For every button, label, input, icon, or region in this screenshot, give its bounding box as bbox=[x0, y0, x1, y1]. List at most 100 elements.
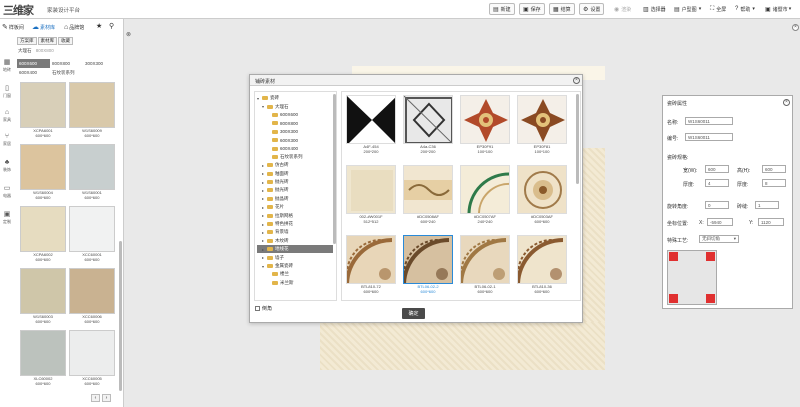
material-thumbnail[interactable] bbox=[460, 235, 510, 284]
tree-item[interactable]: 300X300 bbox=[257, 128, 333, 136]
tile-item[interactable]: XCPA6001 600*600 bbox=[20, 82, 66, 138]
selector-button[interactable]: ▥ 选择器 bbox=[643, 3, 666, 15]
material-thumbnail[interactable] bbox=[346, 165, 396, 214]
material-thumbnail[interactable] bbox=[517, 95, 567, 144]
tile-thumbnail[interactable] bbox=[20, 330, 66, 376]
material-item[interactable]: #DC0503AF 600*600 bbox=[515, 165, 569, 224]
render-button[interactable]: ◉ 渲染 bbox=[614, 3, 631, 15]
tree-item[interactable]: ▸ 背景墙 bbox=[257, 228, 333, 236]
size-option[interactable]: 600X600 bbox=[17, 59, 50, 68]
x-field[interactable]: -5940 bbox=[707, 218, 733, 226]
tile-item[interactable]: XCC60006 600*600 bbox=[69, 268, 115, 324]
name-field[interactable]: W1S60011 bbox=[685, 117, 733, 125]
nav-custom[interactable]: ▣ 定制 bbox=[0, 211, 14, 231]
tree-item[interactable]: 楼兰 bbox=[257, 270, 333, 278]
tile-thumbnail[interactable] bbox=[20, 206, 66, 252]
prev-page-button[interactable]: ‹ bbox=[91, 394, 100, 402]
tile-thumbnail[interactable] bbox=[20, 268, 66, 314]
quote-button[interactable]: ▦ 结算 bbox=[549, 3, 575, 15]
tile-item[interactable]: W1S60001 600*600 bbox=[69, 144, 115, 200]
width-field[interactable]: 600 bbox=[705, 165, 729, 173]
close-icon[interactable]: × bbox=[783, 99, 790, 106]
tree-item[interactable]: ▸ 拉斯网格 bbox=[257, 211, 333, 219]
tile-item[interactable]: XCC60001 600*600 bbox=[69, 206, 115, 262]
material-item[interactable]: 002-#W001F 512*512 bbox=[344, 165, 398, 224]
tile-item[interactable]: XCC60005 600*600 bbox=[69, 330, 115, 386]
tab-scheme-library[interactable]: 方案库 bbox=[17, 37, 37, 45]
size-option[interactable]: 300X300 bbox=[83, 59, 116, 68]
tile-thumbnail[interactable] bbox=[69, 206, 115, 252]
close-icon[interactable]: × bbox=[792, 24, 799, 31]
floorplan-dropdown[interactable]: ▤ 户型图 ▾ bbox=[674, 3, 701, 15]
corner-marker[interactable] bbox=[669, 252, 678, 261]
nav-doors[interactable]: ▯ 门窗 bbox=[0, 85, 14, 105]
tab-showroom[interactable]: ✎ 样板间 bbox=[2, 22, 24, 32]
nav-decor[interactable]: ♣ 装饰 bbox=[0, 159, 14, 179]
ok-button[interactable]: 确定 bbox=[402, 308, 425, 319]
new-button[interactable]: ▤ 新建 bbox=[489, 3, 515, 15]
tree-item[interactable]: ▾ 瓷砖 bbox=[257, 94, 333, 102]
tile-item[interactable]: W1S60003 600*600 bbox=[20, 268, 66, 324]
tile-thumbnail[interactable] bbox=[69, 144, 115, 190]
material-thumbnail[interactable] bbox=[403, 235, 453, 284]
tree-item[interactable]: ▸ 木纹砖 bbox=[257, 237, 333, 245]
tab-material-library[interactable]: ☁ 素材库 bbox=[32, 22, 55, 32]
tree-item[interactable]: ▸ 釉面砖 bbox=[257, 170, 333, 178]
tab-material[interactable]: 素材库 bbox=[37, 37, 57, 45]
material-thumbnail[interactable] bbox=[346, 95, 396, 144]
star-icon[interactable]: ★ bbox=[96, 22, 102, 30]
settings-button[interactable]: ⚙ 设置 bbox=[579, 3, 605, 15]
material-item[interactable]: #DC0508AF 600*240 bbox=[401, 165, 455, 224]
tree-item[interactable]: 800X800 bbox=[257, 119, 333, 127]
tree-item[interactable]: 米兰斯 bbox=[257, 279, 333, 287]
size-option[interactable]: 石纹装系列 bbox=[50, 68, 90, 77]
height-field[interactable]: 600 bbox=[762, 165, 786, 173]
tree-item[interactable]: ▾ 金属瓷砖 bbox=[257, 262, 333, 270]
user-menu[interactable]: ▣ 诸暨市 ▾ bbox=[765, 3, 791, 15]
tile-thumbnail[interactable] bbox=[20, 82, 66, 128]
grid-scrollbar[interactable] bbox=[576, 94, 579, 184]
corner-marker[interactable] bbox=[706, 252, 715, 261]
y-field[interactable]: 1120 bbox=[758, 218, 784, 226]
tile-thumbnail[interactable] bbox=[69, 330, 115, 376]
material-item[interactable]: BTL810-36 600*600 bbox=[515, 235, 569, 294]
tree-item[interactable]: ▸ 抛光砖 bbox=[257, 178, 333, 186]
tile-thumbnail[interactable] bbox=[20, 144, 66, 190]
material-thumbnail[interactable] bbox=[346, 235, 396, 284]
tree-item[interactable]: 600X300 bbox=[257, 136, 333, 144]
material-item[interactable]: EP30F91 100*100 bbox=[458, 95, 512, 154]
material-thumbnail[interactable] bbox=[460, 95, 510, 144]
tree-item[interactable]: ▸ 地线花 bbox=[257, 245, 333, 254]
tile-item[interactable]: XCPA6002 600*600 bbox=[20, 206, 66, 262]
material-item[interactable]: A4a-C36 200*200 bbox=[401, 95, 455, 154]
material-item[interactable]: EP30F81 100*100 bbox=[515, 95, 569, 154]
depth-field[interactable]: 8 bbox=[762, 179, 786, 187]
material-item[interactable]: #DC0507AF 240*240 bbox=[458, 165, 512, 224]
nav-home[interactable]: ⑂ 家居 bbox=[0, 133, 14, 153]
material-thumbnail[interactable] bbox=[460, 165, 510, 214]
tree-item[interactable]: ▸ 墙子 bbox=[257, 253, 333, 261]
checkbox[interactable] bbox=[255, 306, 260, 311]
tree-item[interactable]: ▸ 花片 bbox=[257, 203, 333, 211]
tree-item[interactable]: ▸ 抛晶砖 bbox=[257, 195, 333, 203]
tile-item[interactable]: W1S60009 600*600 bbox=[69, 82, 115, 138]
nav-floor[interactable]: ▦ 地砖 bbox=[0, 59, 14, 79]
tree-item[interactable]: ▸ 抛光砖 bbox=[257, 186, 333, 194]
close-icon[interactable]: × bbox=[573, 77, 580, 84]
tree-item[interactable]: 600X400 bbox=[257, 144, 333, 152]
tile-preview[interactable] bbox=[667, 250, 717, 305]
rotate-field[interactable]: 0 bbox=[705, 201, 729, 209]
material-thumbnail[interactable] bbox=[403, 95, 453, 144]
scrollbar[interactable] bbox=[119, 241, 122, 391]
gap-field[interactable]: 1 bbox=[755, 201, 779, 209]
size-option[interactable]: 600X400 bbox=[17, 68, 50, 77]
special-craft-select[interactable]: 无斜切角 ▾ bbox=[699, 235, 739, 243]
material-item[interactable]: BTL810-72 600*600 bbox=[344, 235, 398, 294]
nav-furniture[interactable]: ⌂ 家具 bbox=[0, 109, 14, 129]
help-dropdown[interactable]: ? 帮助 ▾ bbox=[735, 3, 755, 15]
next-page-button[interactable]: › bbox=[102, 394, 111, 402]
material-item[interactable]: BTL06-02-2 600*600 bbox=[401, 235, 455, 294]
corner-marker[interactable] bbox=[669, 294, 678, 303]
search-icon[interactable]: ⚲ bbox=[109, 22, 114, 30]
tree-item[interactable]: ▸ 特色拼花 bbox=[257, 220, 333, 228]
